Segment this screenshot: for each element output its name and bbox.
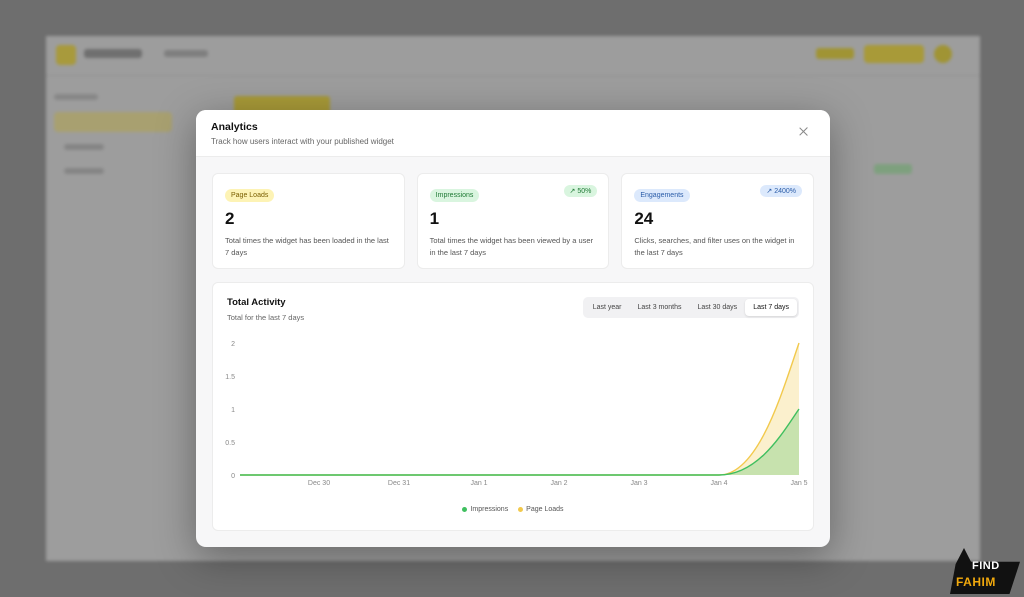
stat-value: 24 [634, 209, 654, 228]
background-sidebar-item [64, 168, 104, 174]
x-tick-label: Jan 5 [790, 480, 807, 487]
chart-legend: Impressions Page Loads [213, 506, 813, 514]
y-tick-label: 1 [231, 407, 235, 414]
background-sidebar-active-item [54, 112, 172, 132]
series-area-impressions [240, 409, 799, 475]
x-tick-label: Dec 30 [308, 480, 330, 487]
total-activity-card: Total Activity Total for the last 7 days… [212, 282, 814, 531]
background-primary-button [864, 45, 924, 63]
stat-card-impressions: Impressions ↗ 50% 1 Total times the widg… [416, 173, 610, 269]
legend-label: Page Loads [526, 506, 564, 513]
legend-dot [518, 507, 524, 512]
background-sidebar-label [54, 94, 98, 100]
series-line-page-loads [240, 342, 800, 476]
background-button [816, 48, 854, 59]
background-avatar [934, 45, 952, 63]
tab-last-30-days[interactable]: Last 30 days [689, 299, 745, 316]
tab-last-year[interactable]: Last year [585, 299, 630, 316]
legend-item-page-loads[interactable]: Page Loads [518, 506, 564, 513]
legend-label: Impressions [470, 506, 509, 513]
watermark-logo: FIND FAHIM [950, 548, 1020, 594]
background-logo [56, 45, 76, 65]
x-tick-label: Jan 2 [550, 480, 567, 487]
stat-description: Clicks, searches, and filter uses on the… [634, 236, 795, 257]
y-tick-label: 2 [231, 341, 235, 348]
stat-card-page-loads: Page Loads 2 Total times the widget has … [212, 173, 405, 269]
stat-card-engagements: Engagements ↗ 2400% 24 Clicks, searches,… [621, 173, 815, 269]
tab-last-3-months[interactable]: Last 3 months [630, 299, 690, 316]
range-tabs: Last year Last 3 months Last 30 days Las… [582, 297, 799, 318]
series-area-page-loads [240, 343, 799, 475]
stat-badge: Engagements [634, 189, 690, 202]
chart-title: Total Activity [227, 297, 286, 308]
chart-subtitle: Total for the last 7 days [227, 313, 305, 322]
background-sidebar-item [64, 144, 104, 150]
y-tick-label: 0 [231, 473, 235, 480]
series-line-impressions [240, 408, 800, 476]
watermark-text: FAHIM [956, 575, 996, 589]
legend-dot [462, 507, 468, 512]
modal-subtitle: Track how users interact with your publi… [211, 137, 394, 146]
trend-badge: ↗ 2400% [760, 185, 803, 197]
trend-badge: ↗ 50% [563, 185, 598, 197]
activity-chart: 0 0.5 1 1.5 2 Dec 30 Dec 31 Jan 1 Jan 2 Jan 3 Jan … [225, 341, 807, 487]
watermark-text: FIND [972, 560, 1000, 572]
x-tick-label: Jan 3 [630, 480, 647, 487]
analytics-modal: Analytics Track how users interact with … [196, 110, 830, 547]
background-nav-item [164, 50, 208, 57]
stat-value: 1 [429, 209, 440, 228]
modal-title: Analytics [211, 121, 258, 133]
x-tick-label: Dec 31 [388, 480, 410, 487]
y-tick-label: 0.5 [225, 440, 235, 447]
tab-last-7-days[interactable]: Last 7 days [745, 299, 797, 316]
y-tick-label: 1.5 [225, 374, 235, 381]
background-status-badge [874, 164, 912, 174]
stat-value: 2 [225, 209, 235, 228]
modal-header: Analytics Track how users interact with … [196, 110, 830, 157]
x-tick-label: Jan 1 [470, 480, 487, 487]
stat-badge: Page Loads [225, 189, 275, 202]
stats-row: Page Loads 2 Total times the widget has … [212, 173, 815, 269]
stat-description: Total times the widget has been viewed b… [429, 236, 594, 257]
stat-description: Total times the widget has been loaded i… [225, 236, 389, 257]
close-icon[interactable] [798, 126, 810, 138]
background-header [46, 36, 980, 76]
x-tick-label: Jan 4 [710, 480, 727, 487]
stat-badge: Impressions [429, 189, 480, 202]
background-brand [84, 49, 142, 58]
legend-item-impressions[interactable]: Impressions [462, 506, 508, 513]
